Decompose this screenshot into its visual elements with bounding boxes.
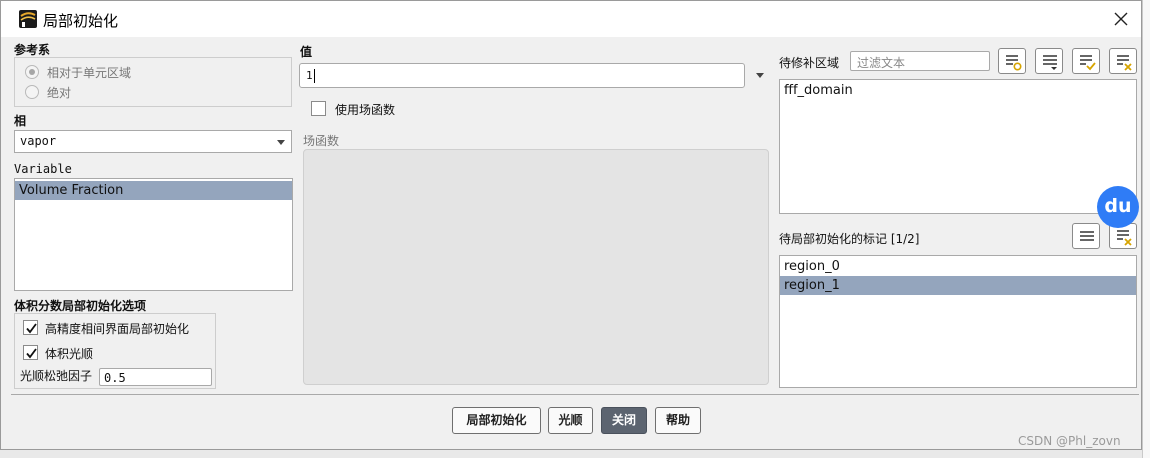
field-function-label: 场函数 <box>303 134 340 148</box>
vof-options-label: 体积分数局部初始化选项 <box>14 299 147 313</box>
radio-absolute-label: 绝对 <box>47 86 72 100</box>
value-text: 1 <box>306 69 313 82</box>
smooth-label: 体积光顺 <box>45 347 94 361</box>
phase-dropdown[interactable]: vapor <box>14 130 292 153</box>
toggle-zones-list-button[interactable] <box>1035 48 1063 74</box>
value-label: 值 <box>300 45 313 59</box>
zones-filter-placeholder: 过滤文本 <box>857 56 906 70</box>
relax-factor-label: 光顺松弛因子 <box>20 369 93 383</box>
list-item[interactable]: region_0 <box>780 257 1136 276</box>
reference-frame-label: 参考系 <box>14 43 51 57</box>
zones-label: 待修补区域 <box>779 56 840 70</box>
title-bar: 局部初始化 <box>1 1 1141 37</box>
phase-label: 相 <box>14 114 27 128</box>
select-checked-zones-button[interactable] <box>1072 48 1100 74</box>
value-options-chevron-icon[interactable] <box>756 73 764 78</box>
value-input[interactable]: 1 <box>299 63 745 88</box>
select-checked-icon <box>1080 55 1096 71</box>
toggle-list-icon <box>1043 55 1057 70</box>
deselect-all-zones-button[interactable] <box>1109 48 1137 74</box>
reference-frame-group: 相对于单元区域 绝对 <box>14 57 292 107</box>
text-cursor <box>314 69 315 83</box>
phase-value: vapor <box>20 134 57 148</box>
button-bar-separator <box>11 394 1139 395</box>
checkmark-icon <box>26 323 37 334</box>
close-icon[interactable] <box>1111 9 1131 29</box>
list-item[interactable]: fff_domain <box>780 81 1136 100</box>
variable-label: Variable <box>14 162 72 176</box>
toggle-list-icon <box>1080 231 1094 241</box>
window-title: 局部初始化 <box>43 12 119 30</box>
smooth-button[interactable]: 光顺 <box>548 407 593 434</box>
relax-factor-input[interactable]: 0.5 <box>99 368 212 386</box>
patch-dialog: 局部初始化 参考系 相对于单元区域 绝对 相 vapor Variable Vo… <box>0 0 1142 450</box>
vof-options-group: 高精度相间界面局部初始化 体积光顺 光顺松弛因子 0.5 <box>14 313 216 389</box>
background-window-edge <box>1142 0 1150 458</box>
select-all-zones-button[interactable] <box>998 48 1026 74</box>
zones-filter-input[interactable]: 过滤文本 <box>850 51 990 71</box>
high-res-checkbox[interactable] <box>23 320 38 335</box>
toggle-registers-list-button[interactable] <box>1072 223 1100 249</box>
smooth-checkbox[interactable] <box>23 345 38 360</box>
list-item[interactable]: region_1 <box>780 276 1136 295</box>
zones-list[interactable]: fff_domain <box>779 79 1137 214</box>
close-button[interactable]: 关闭 <box>601 407 647 434</box>
watermark: CSDN @Phl_zovn <box>1018 434 1121 448</box>
radio-relative-to-cell-zone[interactable] <box>25 65 39 79</box>
variable-list[interactable]: Volume Fraction <box>14 178 293 291</box>
deselect-all-icon <box>1117 230 1132 246</box>
registers-list[interactable]: region_0 region_1 <box>779 255 1137 388</box>
patch-button[interactable]: 局部初始化 <box>452 407 541 434</box>
list-item[interactable]: Volume Fraction <box>15 181 292 200</box>
use-field-function-label: 使用场函数 <box>335 103 396 117</box>
chevron-down-icon <box>277 140 285 145</box>
relax-factor-value: 0.5 <box>104 371 126 385</box>
deselect-all-icon <box>1117 55 1132 71</box>
help-button[interactable]: 帮助 <box>655 407 701 434</box>
floating-du-badge[interactable]: du <box>1097 186 1139 228</box>
radio-relative-label: 相对于单元区域 <box>47 66 132 80</box>
registers-label: 待局部初始化的标记 [1/2] <box>779 232 920 246</box>
app-logo-icon <box>19 10 37 28</box>
use-field-function-checkbox[interactable] <box>311 101 326 116</box>
field-function-list <box>303 149 769 385</box>
radio-absolute[interactable] <box>25 85 39 99</box>
checkmark-icon <box>26 348 37 359</box>
select-all-icon <box>1006 55 1022 71</box>
high-res-label: 高精度相间界面局部初始化 <box>45 322 190 336</box>
